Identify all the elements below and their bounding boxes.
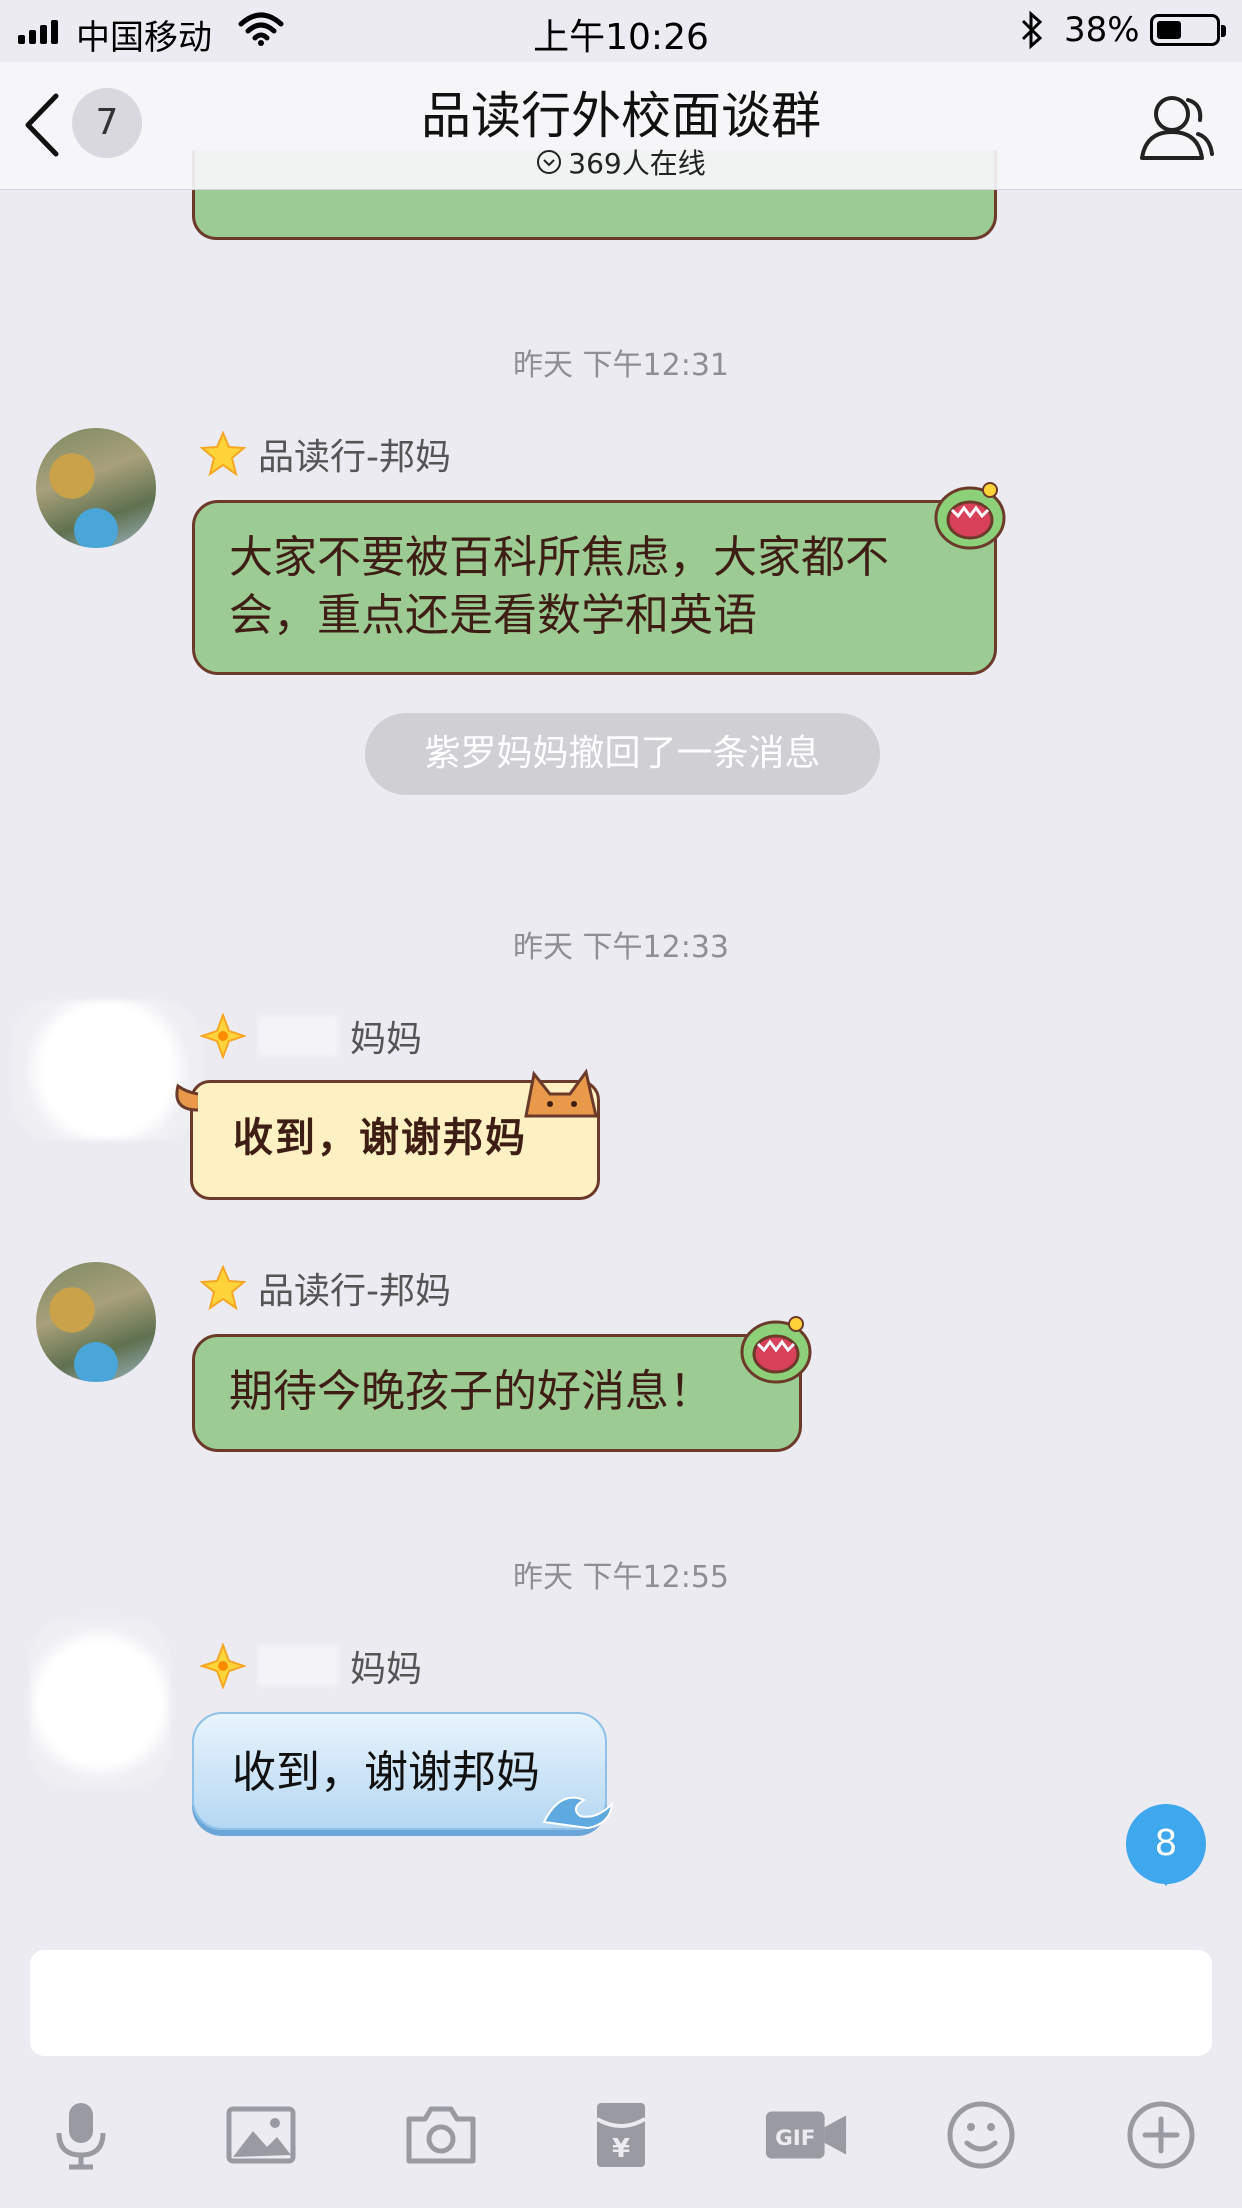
emoji-icon[interactable]: [936, 2090, 1026, 2180]
page-title: 品读行外校面谈群: [421, 87, 821, 145]
message-bubble[interactable]: 期待今晚孩子的好消息！: [192, 1334, 802, 1452]
input-toolbar: ¥ GIF: [0, 2090, 1242, 2190]
battery-icon: [1150, 14, 1226, 46]
camera-icon[interactable]: [396, 2090, 486, 2180]
avatar[interactable]: [36, 1262, 156, 1382]
group-members-icon[interactable]: [1136, 90, 1214, 162]
star-badge-icon: [200, 1643, 246, 1689]
sender-name-label: 品读行-邦妈: [258, 1271, 451, 1312]
online-count[interactable]: 369人在线: [0, 142, 1242, 182]
wave-decoration-icon: [542, 1796, 614, 1830]
timestamp: 昨天 下午12:33: [513, 930, 729, 965]
avatar[interactable]: [30, 1618, 170, 1788]
gif-icon[interactable]: GIF: [756, 2090, 856, 2180]
monster-sticker-icon: [740, 1316, 812, 1384]
monster-sticker-icon: [934, 482, 1006, 550]
message-input[interactable]: [30, 1950, 1212, 2056]
redacted-name: [258, 1646, 338, 1686]
svg-text:GIF: GIF: [775, 2126, 815, 2151]
timestamp: 昨天 下午12:31: [513, 348, 729, 383]
nav-bar: 7 品读行外校面谈群 369人在线: [0, 62, 1242, 190]
avatar[interactable]: [36, 428, 156, 548]
star-badge-icon: [200, 431, 246, 477]
sender-name[interactable]: 妈妈: [200, 1010, 422, 1062]
bluetooth-icon: [1021, 10, 1043, 50]
sender-name[interactable]: 妈妈: [200, 1640, 422, 1692]
sender-name-label: 妈妈: [350, 1019, 423, 1060]
star-badge-icon: [200, 1013, 246, 1059]
battery-percent: 38%: [1064, 10, 1140, 50]
microphone-icon[interactable]: [36, 2090, 126, 2180]
new-messages-badge[interactable]: 8: [1126, 1804, 1206, 1886]
online-count-label: 369人在线: [568, 147, 706, 180]
status-time: 上午10:26: [533, 17, 709, 58]
message-text: 收到，谢谢邦妈: [233, 1115, 527, 1161]
sender-name-label: 妈妈: [350, 1649, 423, 1690]
status-bar: 中国移动 上午10:26 38%: [0, 0, 1242, 62]
star-badge-icon: [200, 1265, 246, 1311]
recall-notice: 紫罗妈妈撤回了一条消息: [365, 713, 880, 795]
redacted-name: [258, 1016, 338, 1056]
cat-tail-icon: [175, 1083, 199, 1112]
avatar[interactable]: [12, 1000, 202, 1140]
message-bubble[interactable]: 大家不要被百科所焦虑，大家都不 会，重点还是看数学和英语: [192, 500, 997, 675]
sender-name-label: 品读行-邦妈: [258, 437, 451, 478]
timestamp: 昨天 下午12:55: [513, 1560, 729, 1595]
chevron-down-icon: [537, 150, 562, 174]
image-icon[interactable]: [216, 2090, 306, 2180]
message-text: 期待今晚孩子的好消息！: [229, 1366, 713, 1417]
cat-ears-icon: [524, 1068, 598, 1118]
sender-name[interactable]: 品读行-邦妈: [200, 428, 451, 480]
message-text: 收到，谢谢邦妈: [232, 1747, 540, 1798]
sender-name[interactable]: 品读行-邦妈: [200, 1262, 451, 1314]
plus-icon[interactable]: [1116, 2090, 1206, 2180]
red-packet-icon[interactable]: ¥: [576, 2090, 666, 2180]
message-text-line: 会，重点还是看数学和英语: [229, 590, 757, 641]
svg-text:¥: ¥: [612, 2134, 630, 2164]
message-text-line: 大家不要被百科所焦虑，大家都不: [229, 532, 889, 583]
